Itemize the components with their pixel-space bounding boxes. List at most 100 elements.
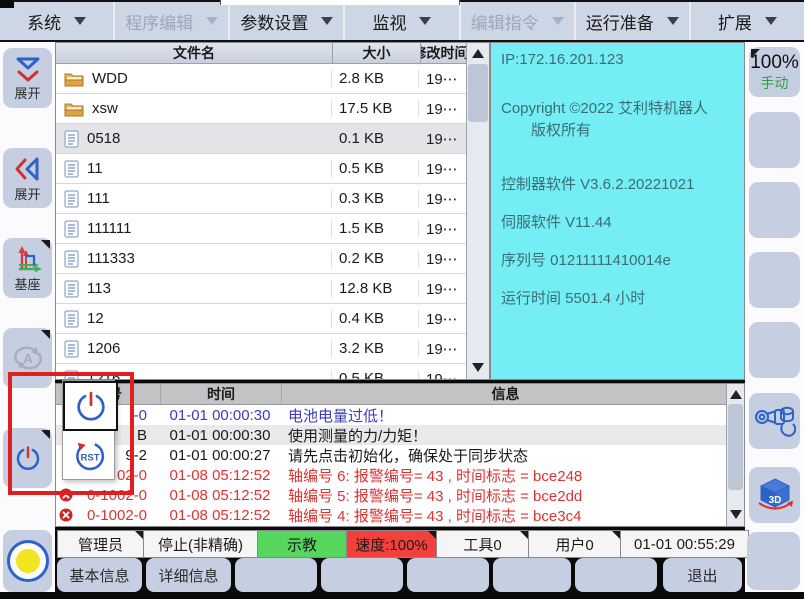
speed-badge[interactable]: 速度:100% xyxy=(346,530,437,558)
collapse-left-button[interactable]: 展开 xyxy=(3,148,52,208)
sidebar-button-label: 展开 xyxy=(14,184,40,203)
doc-icon xyxy=(64,220,79,238)
log-scrollbar[interactable] xyxy=(726,384,744,526)
file-name-cell: 111111 xyxy=(56,220,332,238)
file-time: 19⋯ xyxy=(419,340,465,358)
scroll-up-icon[interactable] xyxy=(727,385,744,403)
teach-mode-badge[interactable]: 示教 xyxy=(257,530,347,558)
scroll-down-icon[interactable] xyxy=(727,505,744,523)
robot-jog-button[interactable] xyxy=(749,393,800,449)
file-row-1[interactable]: WDD2.8 KB19⋯ xyxy=(56,64,468,94)
menu-item-4[interactable]: 监视 xyxy=(345,2,458,40)
scroll-thumb[interactable] xyxy=(468,64,488,122)
base-frame-button[interactable]: 基座 xyxy=(3,238,52,298)
status-label: 工具0 xyxy=(463,534,501,555)
file-size: 0.1 KB xyxy=(332,130,419,147)
log-row-5[interactable]: 0-1002-001-08 05:12:52轴编号 5: 报警编号= 43 , … xyxy=(56,485,729,505)
log-row-7[interactable]: 0-1002-001-08 05:12:52轴编号 3: 报警编号= 43 , … xyxy=(56,525,729,527)
col-modified[interactable]: 修改时间 xyxy=(421,43,469,63)
user-badge[interactable]: 用户0 xyxy=(528,530,621,558)
reset-option[interactable]: RST xyxy=(63,433,116,479)
admin-badge[interactable]: 管理员 xyxy=(57,530,144,558)
menu-item-6[interactable]: 运行准备 xyxy=(576,2,689,40)
empty-button-4[interactable] xyxy=(749,322,800,378)
file-row-3[interactable]: 05180.1 KB19⋯ xyxy=(56,124,468,154)
file-size: 0.3 KB xyxy=(332,190,419,207)
copyright-line: Copyright ©2022 艾利特机器人 xyxy=(501,97,708,118)
log-row-4[interactable]: 02-001-08 05:12:52轴编号 6: 报警编号= 43 , 时间标志… xyxy=(56,465,729,485)
empty-button-2[interactable] xyxy=(749,182,800,238)
tool-badge[interactable]: 工具0 xyxy=(436,530,529,558)
file-table-header: 文件名 大小 修改时间 xyxy=(56,43,489,64)
log-row-6[interactable]: 0-1002-001-08 05:12:52轴编号 4: 报警编号= 43 , … xyxy=(56,505,729,525)
file-name-cell: 113 xyxy=(56,280,332,298)
svg-text:RST: RST xyxy=(80,452,99,463)
file-row-10[interactable]: 12063.2 KB19⋯ xyxy=(56,334,468,364)
file-row-4[interactable]: 110.5 KB19⋯ xyxy=(56,154,468,184)
file-time: 19⋯ xyxy=(419,160,465,178)
chevron-down-icon xyxy=(206,17,218,25)
log-row-3[interactable]: 9-201-01 00:00:27请先点击初始化，确保处于同步状态 xyxy=(56,445,729,465)
file-time: 19⋯ xyxy=(419,310,465,328)
col-filename[interactable]: 文件名 xyxy=(56,43,333,63)
cube-3d-icon: 3D xyxy=(756,477,794,513)
side-action-button[interactable] xyxy=(747,532,800,590)
tab-empty-2[interactable] xyxy=(321,558,403,592)
file-row-9[interactable]: 120.4 KB19⋯ xyxy=(56,304,468,334)
scroll-down-icon[interactable] xyxy=(467,358,489,376)
speed-mode-button[interactable]: 100% 手动 xyxy=(749,47,800,97)
log-row-2[interactable]: B01-01 00:00:30使用测量的力/力矩！ xyxy=(56,425,729,445)
exit-button[interactable]: 退出 xyxy=(663,558,742,592)
tab-basic-info[interactable]: 基本信息 xyxy=(57,558,142,592)
folder-icon xyxy=(64,71,84,87)
robot-jog-icon xyxy=(754,403,796,439)
status-label: 速度:100% xyxy=(355,534,428,555)
doc-icon xyxy=(64,130,79,148)
empty-button-3[interactable] xyxy=(749,252,800,308)
corner-triangle-icon xyxy=(41,330,50,339)
tab-empty-1[interactable] xyxy=(235,558,317,592)
file-scrollbar[interactable] xyxy=(466,43,489,379)
log-row-1[interactable]: -001-01 00:00:30电池电量过低！ xyxy=(56,405,729,425)
file-time: 19⋯ xyxy=(419,220,465,238)
empty-button-1[interactable] xyxy=(749,112,800,168)
file-size: 0.5 KB xyxy=(332,160,419,177)
doc-icon xyxy=(64,280,79,298)
file-row-11[interactable]: 12160.5 KB19⋯ xyxy=(56,364,468,379)
power-option[interactable] xyxy=(63,381,118,431)
file-row-8[interactable]: 11312.8 KB19⋯ xyxy=(56,274,468,304)
file-row-7[interactable]: 1113330.2 KB19⋯ xyxy=(56,244,468,274)
file-name-cell: 11 xyxy=(56,160,332,178)
file-name: 113 xyxy=(87,280,111,297)
deadman-yellow-dot xyxy=(16,549,40,573)
file-row-2[interactable]: xsw17.5 KB19⋯ xyxy=(56,94,468,124)
double-chevron-down-icon xyxy=(13,55,43,83)
log-message: 请先点击初始化，确保处于同步状态 xyxy=(280,445,528,466)
tab-detail-info[interactable]: 详细信息 xyxy=(146,558,231,592)
file-size: 3.2 KB xyxy=(332,340,419,357)
file-name: 111333 xyxy=(87,250,135,267)
menu-item-label: 系统 xyxy=(27,9,61,34)
file-size: 0.2 KB xyxy=(332,250,419,267)
serial-number: 序列号 01211111410014e xyxy=(501,249,671,270)
chevron-down-icon xyxy=(765,17,777,25)
tab-empty-4[interactable] xyxy=(493,558,571,592)
scroll-thumb[interactable] xyxy=(728,404,743,490)
scroll-up-icon[interactable] xyxy=(467,44,489,62)
menu-item-label: 运行准备 xyxy=(586,9,654,34)
menu-item-3[interactable]: 参数设置 xyxy=(230,2,343,40)
tab-empty-3[interactable] xyxy=(407,558,489,592)
tab-empty-5[interactable] xyxy=(575,558,657,592)
power-button[interactable] xyxy=(3,428,52,488)
file-row-5[interactable]: 1110.3 KB19⋯ xyxy=(56,184,468,214)
col-size[interactable]: 大小 xyxy=(333,43,421,63)
deadman-button[interactable] xyxy=(3,530,52,592)
collapse-down-button[interactable]: 展开 xyxy=(3,48,52,108)
view-3d-button[interactable]: 3D xyxy=(749,467,800,523)
sidebar-button-label: 基座 xyxy=(14,274,40,293)
menu-item-7[interactable]: 扩展 xyxy=(691,2,804,40)
file-name: 111111 xyxy=(87,220,132,237)
file-row-6[interactable]: 1111111.5 KB19⋯ xyxy=(56,214,468,244)
file-time: 19⋯ xyxy=(419,70,465,88)
menu-item-1[interactable]: 系统 xyxy=(0,2,113,40)
